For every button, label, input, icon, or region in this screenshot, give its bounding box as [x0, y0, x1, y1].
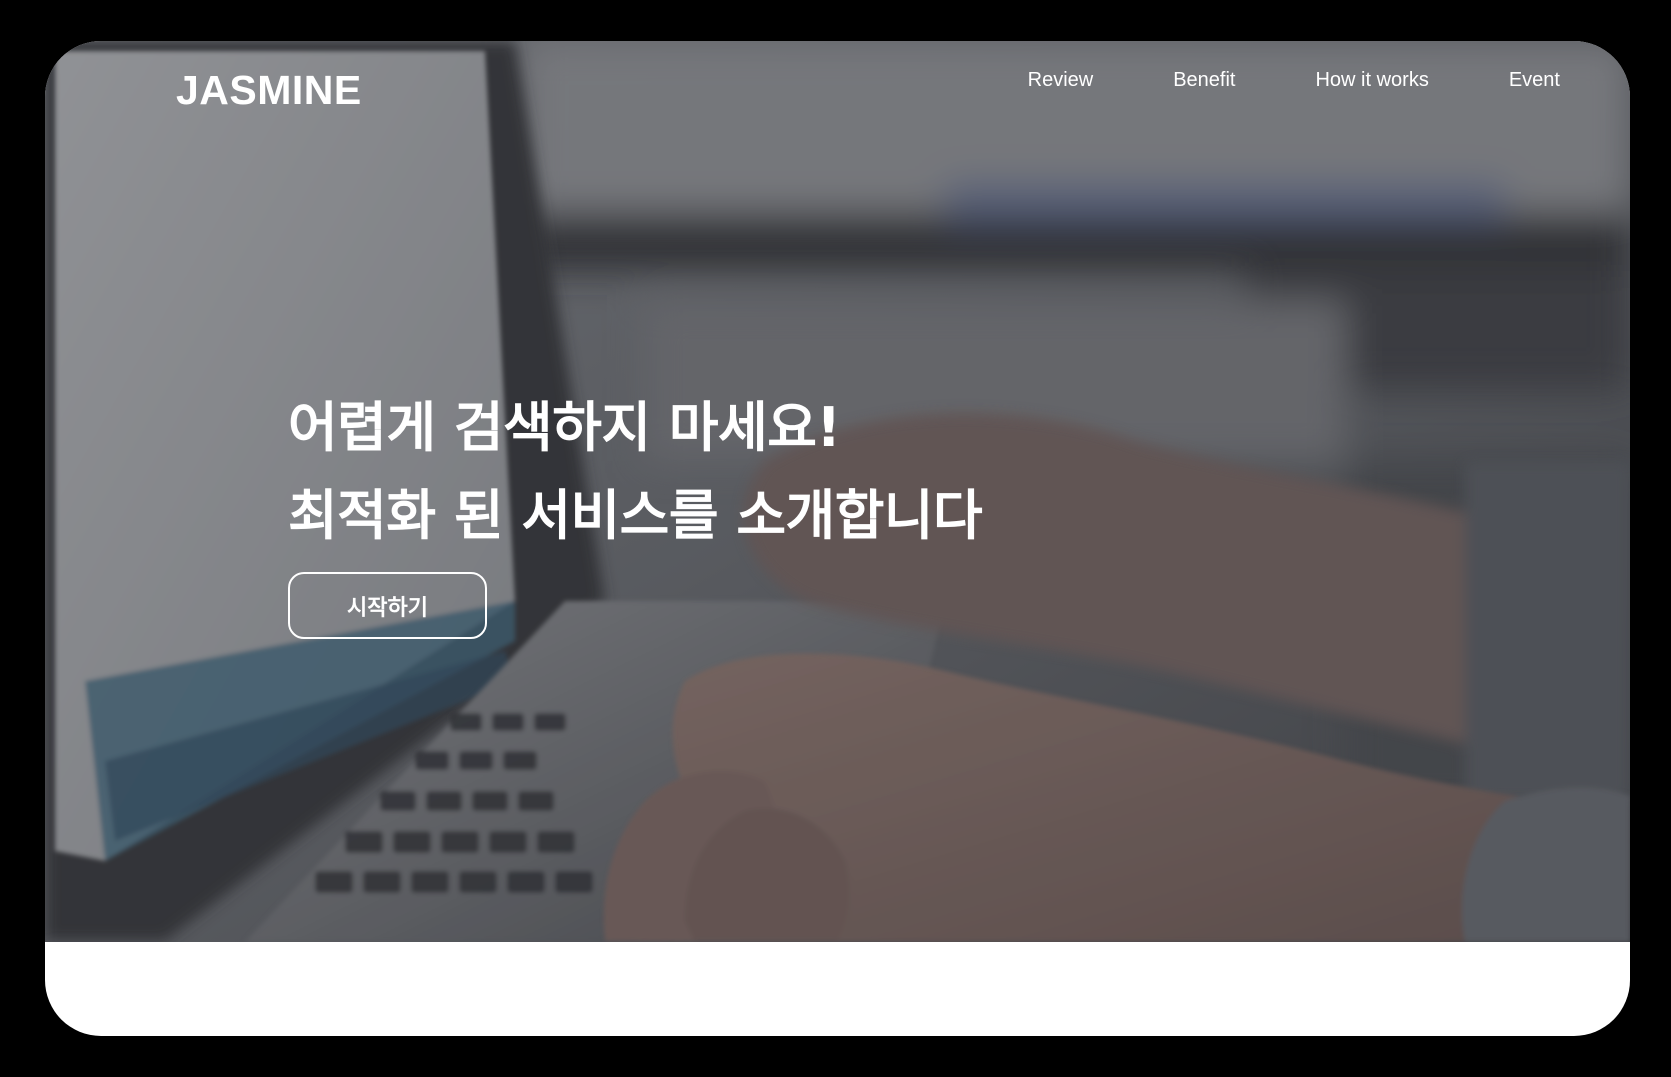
hero-headline: 어렵게 검색하지 마세요! 최적화 된 서비스를 소개합니다: [288, 384, 983, 560]
nav-link-how-it-works[interactable]: How it works: [1315, 69, 1428, 92]
brand-logo[interactable]: JASMINE: [176, 67, 362, 114]
hero-headline-line-1: 어렵게 검색하지 마세요!: [288, 396, 841, 459]
nav-link-benefit[interactable]: Benefit: [1173, 69, 1235, 92]
hero-headline-line-2: 최적화 된 서비스를 소개합니다: [288, 484, 983, 547]
start-button[interactable]: 시작하기: [288, 572, 487, 639]
nav-link-review[interactable]: Review: [1028, 69, 1094, 92]
nav-menu: Review Benefit How it works Event: [948, 69, 1560, 92]
nav-link-event[interactable]: Event: [1509, 69, 1560, 92]
hero-section: JASMINE Review Benefit How it works Even…: [45, 41, 1630, 942]
top-navbar: JASMINE Review Benefit How it works Even…: [45, 41, 1630, 141]
device-frame: JASMINE Review Benefit How it works Even…: [0, 0, 1671, 1077]
browser-viewport: JASMINE Review Benefit How it works Even…: [45, 41, 1630, 1036]
